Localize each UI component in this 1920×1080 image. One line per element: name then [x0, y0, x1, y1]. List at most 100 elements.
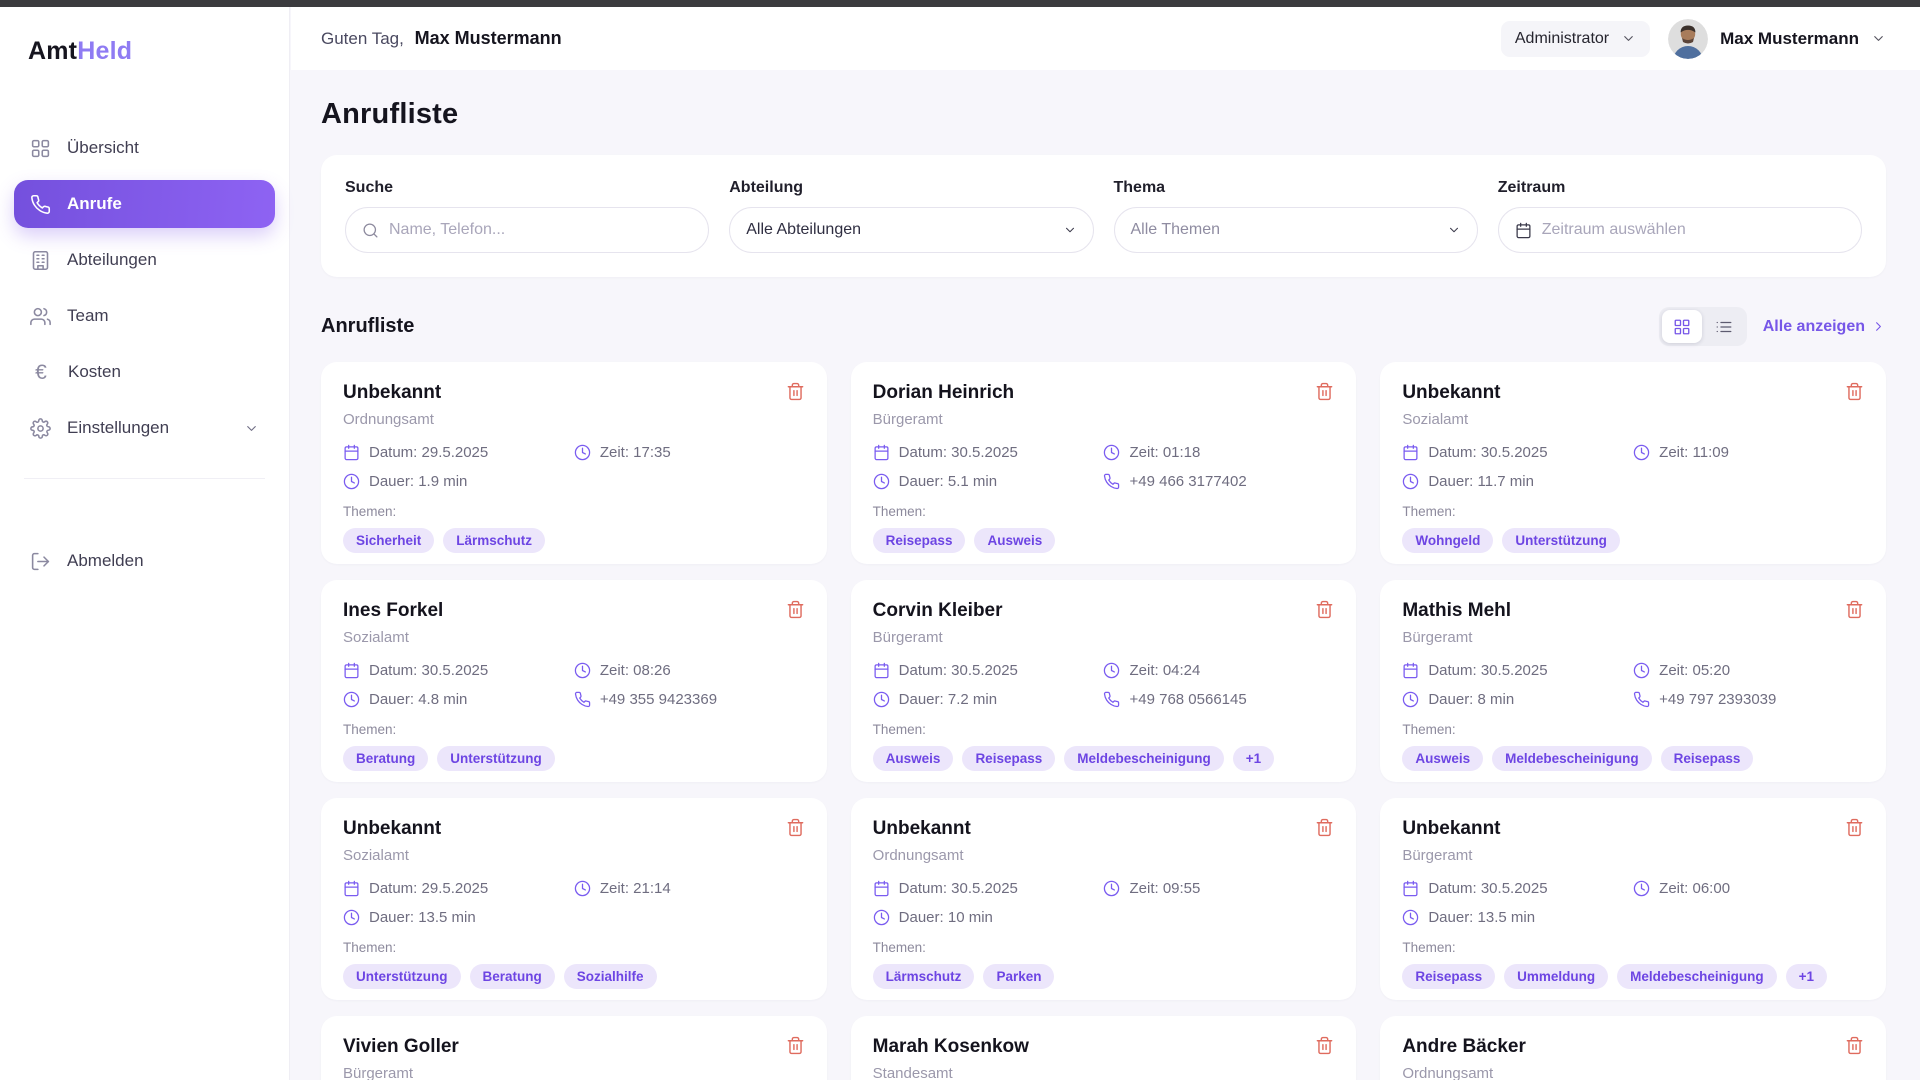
clock-icon: [1103, 880, 1120, 897]
call-card[interactable]: Corvin Kleiber Bürgeramt Datum: 30.5.202…: [851, 580, 1357, 782]
caller-name: Unbekannt: [1402, 818, 1864, 840]
date-detail: Datum: 30.5.2025: [873, 880, 1104, 897]
clock-icon: [1402, 691, 1419, 708]
role-select[interactable]: Administrator: [1501, 21, 1650, 57]
chevron-down-icon: [1447, 223, 1461, 237]
call-card[interactable]: Marah Kosenkow Standesamt: [851, 1016, 1357, 1080]
date-value: Datum: 29.5.2025: [369, 444, 488, 461]
duration-value: Dauer: 8 min: [1428, 691, 1514, 708]
avatar: [1668, 19, 1708, 59]
caller-department: Ordnungsamt: [1402, 1065, 1864, 1080]
delete-call-button[interactable]: [786, 600, 805, 619]
euro-icon: €: [30, 362, 52, 383]
logout-button[interactable]: Abmelden: [14, 537, 275, 585]
topic-tag: +1: [1233, 746, 1274, 771]
call-card[interactable]: Vivien Goller Bürgeramt: [321, 1016, 827, 1080]
trash-icon: [1845, 818, 1864, 837]
clock-icon: [343, 691, 360, 708]
duration-detail: Dauer: 1.9 min: [343, 473, 574, 490]
sidebar-item-einstellungen[interactable]: Einstellungen: [14, 404, 275, 452]
logout-label: Abmelden: [67, 551, 144, 571]
delete-call-button[interactable]: [1845, 600, 1864, 619]
trash-icon: [1315, 818, 1334, 837]
call-card[interactable]: Unbekannt Ordnungsamt Datum: 29.5.2025 Z…: [321, 362, 827, 564]
greeting-user-name: Max Mustermann: [415, 28, 562, 48]
topic-tag: Reisepass: [873, 528, 966, 553]
period-picker[interactable]: [1498, 207, 1862, 253]
trash-icon: [1845, 600, 1864, 619]
sidebar-nav: Übersicht Anrufe Abteilungen Team € Kost…: [0, 124, 289, 452]
sidebar-item-anrufe[interactable]: Anrufe: [14, 180, 275, 228]
delete-call-button[interactable]: [1315, 1036, 1334, 1055]
sidebar-item-kosten[interactable]: € Kosten: [14, 348, 275, 396]
delete-call-button[interactable]: [1315, 382, 1334, 401]
trash-icon: [786, 818, 805, 837]
call-details: Datum: 29.5.2025 Zeit: 21:14 Dauer: 13.5…: [343, 880, 805, 926]
call-card[interactable]: Unbekannt Ordnungsamt Datum: 30.5.2025 Z…: [851, 798, 1357, 1000]
clock-icon: [574, 880, 591, 897]
department-select[interactable]: Alle Abteilungen: [729, 207, 1093, 253]
trash-icon: [1315, 382, 1334, 401]
delete-call-button[interactable]: [1845, 1036, 1864, 1055]
caller-department: Standesamt: [873, 1065, 1335, 1080]
caller-department: Bürgeramt: [343, 1065, 805, 1080]
filter-period: Zeitraum: [1498, 179, 1862, 253]
delete-call-button[interactable]: [1845, 382, 1864, 401]
call-card[interactable]: Unbekannt Sozialamt Datum: 30.5.2025 Zei…: [1380, 362, 1886, 564]
call-card[interactable]: Ines Forkel Sozialamt Datum: 30.5.2025 Z…: [321, 580, 827, 782]
phone-icon: [574, 691, 591, 708]
period-label: Zeitraum: [1498, 179, 1862, 197]
call-card[interactable]: Andre Bäcker Ordnungsamt: [1380, 1016, 1886, 1080]
grid-view-button[interactable]: [1662, 310, 1702, 343]
view-toggle: [1659, 307, 1747, 346]
delete-call-button[interactable]: [786, 1036, 805, 1055]
topic-tag: Ausweis: [873, 746, 954, 771]
duration-detail: Dauer: 10 min: [873, 909, 1104, 926]
call-card[interactable]: Dorian Heinrich Bürgeramt Datum: 30.5.20…: [851, 362, 1357, 564]
trash-icon: [786, 600, 805, 619]
show-all-link[interactable]: Alle anzeigen: [1763, 318, 1886, 336]
sidebar-item-team[interactable]: Team: [14, 292, 275, 340]
date-value: Datum: 30.5.2025: [899, 880, 1018, 897]
clock-icon: [1633, 880, 1650, 897]
sidebar-item-uebersicht[interactable]: Übersicht: [14, 124, 275, 172]
time-value: Zeit: 01:18: [1129, 444, 1200, 461]
sidebar-item-abteilungen[interactable]: Abteilungen: [14, 236, 275, 284]
topic-tag: Meldebescheinigung: [1492, 746, 1652, 771]
chevron-right-icon: [1871, 319, 1886, 334]
date-detail: Datum: 30.5.2025: [1402, 662, 1633, 679]
delete-call-button[interactable]: [1315, 600, 1334, 619]
delete-call-button[interactable]: [1845, 818, 1864, 837]
delete-call-button[interactable]: [786, 818, 805, 837]
time-value: Zeit: 05:20: [1659, 662, 1730, 679]
grid-icon: [30, 138, 51, 159]
call-card[interactable]: Unbekannt Sozialamt Datum: 29.5.2025 Zei…: [321, 798, 827, 1000]
topic-select[interactable]: Alle Themen: [1114, 207, 1478, 253]
caller-name: Ines Forkel: [343, 600, 805, 622]
duration-detail: Dauer: 13.5 min: [1402, 909, 1633, 926]
duration-value: Dauer: 5.1 min: [899, 473, 997, 490]
time-value: Zeit: 08:26: [600, 662, 671, 679]
search-input[interactable]: [389, 221, 692, 239]
caller-department: Sozialamt: [343, 629, 805, 646]
department-label: Abteilung: [729, 179, 1093, 197]
time-value: Zeit: 11:09: [1659, 444, 1729, 461]
topic-tags: ReisepassUmmeldungMeldebescheinigung+1: [1402, 964, 1864, 989]
delete-call-button[interactable]: [1315, 818, 1334, 837]
top-header: Guten Tag, Max Mustermann Administrator: [291, 7, 1920, 70]
phone-detail: +49 466 3177402: [1103, 473, 1334, 490]
period-input[interactable]: [1542, 221, 1845, 239]
list-view-button[interactable]: [1704, 310, 1744, 343]
topic-tags: ReisepassAusweis: [873, 528, 1335, 553]
main-content: Anrufliste Suche Abteilung Alle Abteilun…: [291, 70, 1920, 1080]
caller-department: Sozialamt: [1402, 411, 1864, 428]
user-menu[interactable]: Max Mustermann: [1668, 19, 1886, 59]
delete-call-button[interactable]: [786, 382, 805, 401]
phone-detail: +49 768 0566145: [1103, 691, 1334, 708]
call-card[interactable]: Mathis Mehl Bürgeramt Datum: 30.5.2025 Z…: [1380, 580, 1886, 782]
filter-panel: Suche Abteilung Alle Abteilungen Thema A…: [321, 155, 1886, 277]
date-value: Datum: 30.5.2025: [1428, 880, 1547, 897]
call-card[interactable]: Unbekannt Bürgeramt Datum: 30.5.2025 Zei…: [1380, 798, 1886, 1000]
chevron-down-icon: [1871, 31, 1886, 46]
filter-search: Suche: [345, 179, 709, 253]
